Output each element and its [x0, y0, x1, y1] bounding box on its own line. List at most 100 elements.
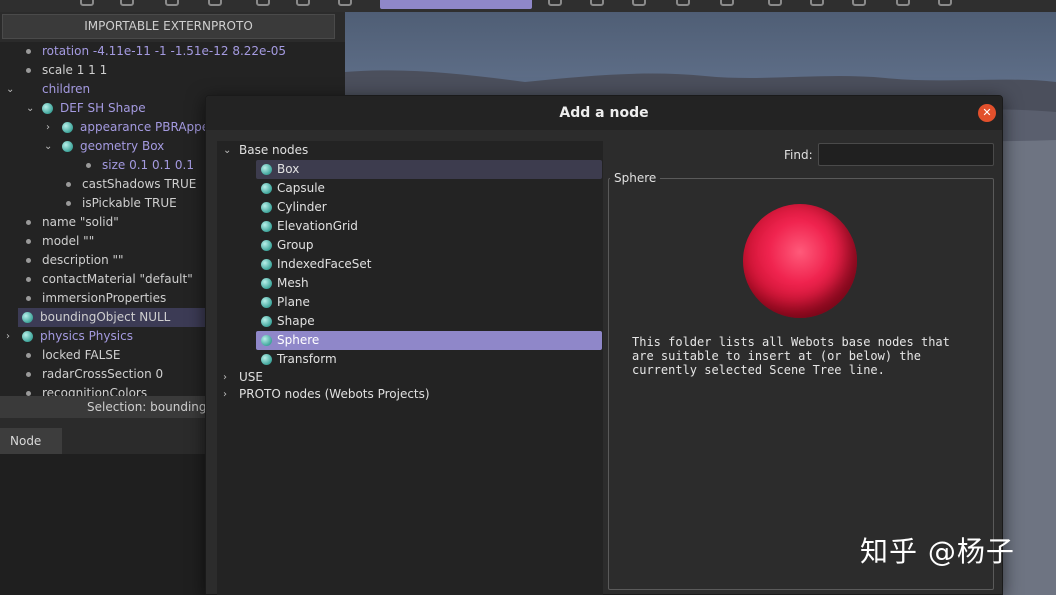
node-item-label: Group — [277, 238, 314, 252]
tree-group-proto-nodes[interactable]: › PROTO nodes (Webots Projects) — [217, 385, 597, 404]
toolbar-button[interactable] — [256, 0, 270, 6]
node-ball-icon — [261, 335, 272, 346]
field-bullet-icon — [26, 296, 31, 301]
node-item-transform[interactable]: Transform — [256, 350, 602, 369]
field-bullet-icon — [26, 220, 31, 225]
node-ball-icon — [62, 122, 73, 133]
tree-row-label: isPickable TRUE — [82, 196, 177, 210]
node-ball-icon — [261, 164, 272, 175]
importable-externproto-button[interactable]: IMPORTABLE EXTERNPROTO — [2, 14, 335, 39]
chevron-right-icon[interactable]: › — [46, 118, 50, 137]
node-ball-icon — [261, 240, 272, 251]
node-item-group[interactable]: Group — [256, 236, 602, 255]
field-bullet-icon — [26, 277, 31, 282]
node-item-shape[interactable]: Shape — [256, 312, 602, 331]
tree-row-label: physics Physics — [40, 329, 133, 343]
toolbar-button[interactable] — [632, 0, 646, 6]
node-ball-icon — [261, 183, 272, 194]
toolbar-button[interactable] — [810, 0, 824, 6]
node-item-label: Transform — [277, 352, 337, 366]
dialog-title: Add a node — [559, 105, 649, 121]
tree-row-label: appearance PBRAppe — [80, 120, 210, 134]
tree-row-label: description "" — [42, 253, 124, 267]
node-ball-icon — [42, 103, 53, 114]
find-input[interactable] — [818, 143, 994, 166]
chevron-down-icon[interactable]: ⌄ — [26, 99, 34, 118]
node-item-cylinder[interactable]: Cylinder — [256, 198, 602, 217]
toolbar-button[interactable] — [165, 0, 179, 6]
toolbar-button[interactable] — [120, 0, 134, 6]
node-item-label: IndexedFaceSet — [277, 257, 372, 271]
node-item-mesh[interactable]: Mesh — [256, 274, 602, 293]
node-item-elevationgrid[interactable]: ElevationGrid — [256, 217, 602, 236]
tab-node[interactable]: Node — [0, 428, 62, 454]
chevron-down-icon[interactable]: ⌄ — [6, 80, 14, 99]
tree-row-label: radarCrossSection 0 — [42, 367, 164, 381]
chevron-down-icon[interactable]: ⌄ — [223, 141, 231, 160]
main-toolbar — [0, 0, 1056, 12]
node-item-label: Mesh — [277, 276, 309, 290]
toolbar-button[interactable] — [720, 0, 734, 6]
toolbar-button[interactable] — [938, 0, 952, 6]
toolbar-button[interactable] — [338, 0, 352, 6]
field-bullet-icon — [26, 239, 31, 244]
toolbar-button[interactable] — [896, 0, 910, 6]
tree-row[interactable]: scale 1 1 1 — [0, 61, 345, 80]
node-ball-icon — [261, 221, 272, 232]
group-label: PROTO nodes (Webots Projects) — [239, 387, 430, 401]
node-ball-icon — [261, 354, 272, 365]
group-label: Base nodes — [239, 143, 309, 157]
tree-row-label: geometry Box — [80, 139, 165, 153]
tree-row-label: castShadows TRUE — [82, 177, 197, 191]
field-bullet-icon — [26, 353, 31, 358]
node-ball-icon — [261, 202, 272, 213]
toolbar-button[interactable] — [676, 0, 690, 6]
watermark: 知乎 @杨子 — [860, 535, 1015, 568]
toolbar-button[interactable] — [768, 0, 782, 6]
toolbar-button[interactable] — [548, 0, 562, 6]
node-item-indexedfaceset[interactable]: IndexedFaceSet — [256, 255, 602, 274]
tree-row-label: children — [42, 82, 91, 96]
toolbar-button[interactable] — [296, 0, 310, 6]
node-ball-icon — [22, 312, 33, 323]
node-item-plane[interactable]: Plane — [256, 293, 602, 312]
field-bullet-icon — [26, 49, 31, 54]
toolbar-button[interactable] — [80, 0, 94, 6]
tree-group-base-nodes[interactable]: ⌄ Base nodes — [217, 141, 597, 160]
tree-row-label: DEF SH Shape — [60, 101, 146, 115]
tree-row-label: rotation -4.11e-11 -1 -1.51e-12 8.22e-05 — [42, 44, 287, 58]
node-item-label: Box — [277, 162, 300, 176]
toolbar-button[interactable] — [590, 0, 604, 6]
node-item-label: ElevationGrid — [277, 219, 358, 233]
tree-row-label: scale 1 1 1 — [42, 63, 108, 77]
chevron-right-icon[interactable]: › — [223, 385, 227, 404]
field-bullet-icon — [26, 68, 31, 73]
field-bullet-icon — [86, 163, 91, 168]
node-item-label: Capsule — [277, 181, 325, 195]
tree-row-label: model "" — [42, 234, 95, 248]
close-icon[interactable]: ✕ — [978, 104, 996, 122]
chevron-right-icon[interactable]: › — [6, 327, 10, 346]
field-bullet-icon — [66, 201, 71, 206]
node-ball-icon — [261, 259, 272, 270]
preview-description: This folder lists all Webots base nodes … — [632, 335, 950, 377]
toolbar-button[interactable] — [208, 0, 222, 6]
tree-row-label: boundingObject NULL — [40, 310, 171, 324]
tree-row-label: contactMaterial "default" — [42, 272, 193, 286]
find-label: Find: — [784, 148, 813, 162]
node-item-sphere[interactable]: Sphere — [256, 331, 602, 350]
add-node-dialog: Add a node ✕ ⌄ Base nodes Box Capsule Cy… — [205, 95, 1003, 595]
node-item-label: Plane — [277, 295, 310, 309]
node-ball-icon — [22, 331, 33, 342]
toolbar-button[interactable] — [852, 0, 866, 6]
node-item-label: Cylinder — [277, 200, 327, 214]
node-item-label: Shape — [277, 314, 315, 328]
chevron-down-icon[interactable]: ⌄ — [44, 137, 52, 156]
node-item-label: Sphere — [277, 333, 320, 347]
node-item-capsule[interactable]: Capsule — [256, 179, 602, 198]
tree-row[interactable]: rotation -4.11e-11 -1 -1.51e-12 8.22e-05 — [0, 42, 345, 61]
node-type-tree: ⌄ Base nodes Box Capsule Cylinder Elevat… — [217, 141, 603, 595]
node-item-box[interactable]: Box — [256, 160, 602, 179]
tree-row-label: name "solid" — [42, 215, 119, 229]
field-bullet-icon — [66, 182, 71, 187]
